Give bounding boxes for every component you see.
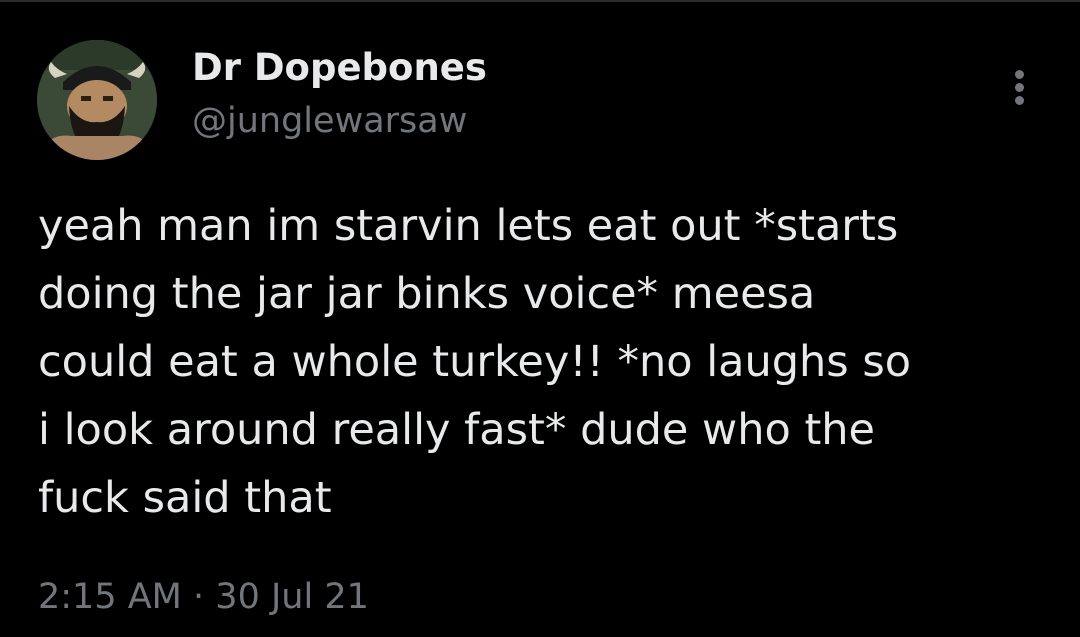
more-vertical-icon-dot bbox=[1015, 96, 1024, 105]
avatar-image bbox=[37, 40, 157, 160]
author-handle[interactable]: @junglewarsaw bbox=[192, 98, 467, 144]
more-vertical-icon bbox=[1015, 70, 1024, 79]
tweet-timestamp[interactable]: 2:15 AM · 30 Jul 21 bbox=[38, 574, 369, 620]
tweet-text-line: yeah man im starvin lets eat out *starts bbox=[38, 201, 899, 251]
tweet-text-line: could eat a whole turkey!! *no laughs so bbox=[38, 337, 912, 387]
tweet-time: 2:15 AM bbox=[38, 577, 182, 617]
author-display-name[interactable]: Dr Dopebones bbox=[192, 44, 487, 92]
tweet-text-line: fuck said that bbox=[38, 473, 332, 523]
more-vertical-icon-dot bbox=[1015, 83, 1024, 92]
tweet-text-line: i look around really fast* dude who the bbox=[38, 405, 876, 455]
timestamp-separator: · bbox=[193, 577, 205, 617]
tweet: Dr Dopebones @junglewarsaw yeah man im s… bbox=[0, 0, 1080, 637]
tweet-text: yeah man im starvin lets eat out *starts… bbox=[38, 192, 1038, 532]
more-options-button[interactable] bbox=[1004, 66, 1036, 110]
tweet-date: 30 Jul 21 bbox=[215, 577, 369, 617]
tweet-text-line: doing the jar jar binks voice* meesa bbox=[38, 269, 816, 319]
avatar[interactable] bbox=[37, 40, 157, 160]
